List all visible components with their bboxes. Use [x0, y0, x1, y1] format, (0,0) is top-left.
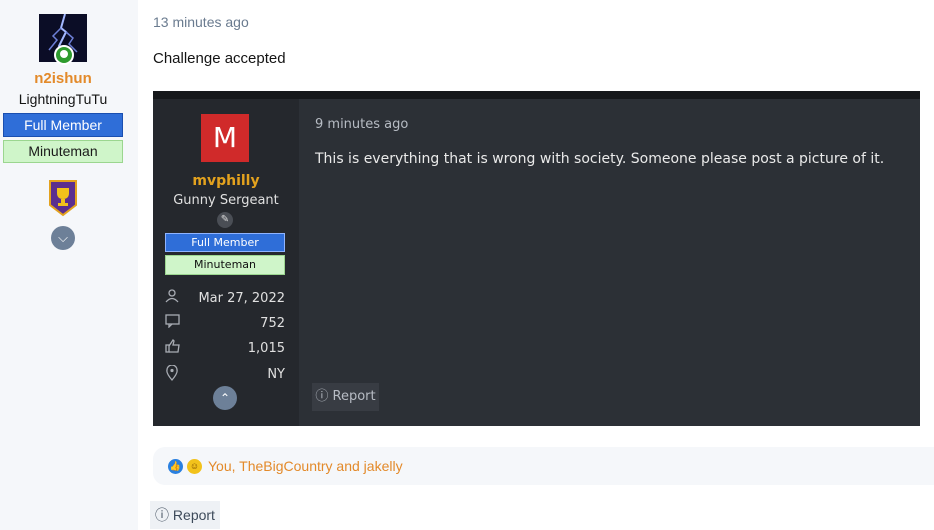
stat-messages: 752 — [165, 314, 285, 334]
report-icon: ⓘ — [315, 389, 329, 404]
embedded-timestamp[interactable]: 9 minutes ago — [315, 117, 408, 132]
username[interactable]: n2ishun — [0, 70, 126, 87]
stat-location: NY — [165, 364, 285, 385]
embedded-report-button[interactable]: ⓘ Report — [312, 383, 379, 411]
trophy-icon[interactable] — [48, 179, 78, 217]
stat-joined-value: Mar 27, 2022 — [198, 291, 285, 306]
location-pin-icon — [165, 364, 183, 383]
chevron-down-icon[interactable]: ⌵ — [51, 226, 75, 250]
reactions-list[interactable]: You, TheBigCountry and jakelly — [208, 458, 403, 474]
reactions-bar[interactable]: 👍 ☺ You, TheBigCountry and jakelly — [153, 447, 934, 485]
user-banner-minuteman: Minuteman — [3, 140, 123, 163]
user-edit-icon: ✎ — [217, 212, 233, 228]
embedded-username[interactable]: mvphilly — [153, 173, 299, 189]
post-timestamp[interactable]: 13 minutes ago — [153, 14, 249, 30]
user-banner-full-member: Full Member — [3, 113, 123, 137]
stat-reactions: 1,015 — [165, 338, 285, 359]
stat-messages-value: 752 — [260, 316, 285, 331]
user-icon — [165, 289, 183, 307]
report-icon: ⓘ — [155, 507, 170, 523]
post-message: Challenge accepted — [153, 50, 286, 67]
messages-icon — [165, 314, 183, 332]
stat-location-value: NY — [267, 367, 285, 382]
laugh-reaction-icon: ☺ — [187, 459, 202, 474]
embedded-banner-minuteman: Minuteman — [165, 255, 285, 275]
chevron-up-icon[interactable]: ⌃ — [213, 386, 237, 410]
embedded-message-body: 9 minutes ago This is everything that is… — [299, 99, 920, 426]
embedded-user-title: Gunny Sergeant — [173, 193, 279, 208]
embedded-user-sidebar: M mvphilly Gunny Sergeant ✎ Full Member … — [153, 99, 299, 426]
embedded-banner-full-member: Full Member — [165, 233, 285, 252]
message-user-sidebar: n2ishun LightningTuTu Full Member Minute… — [0, 0, 138, 530]
embedded-avatar[interactable]: M — [201, 114, 249, 162]
stat-reactions-value: 1,015 — [247, 341, 285, 356]
embedded-report-label: Report — [332, 389, 376, 404]
like-reaction-icon: 👍 — [168, 459, 183, 474]
thumbs-up-icon — [165, 338, 183, 357]
embedded-message: This is everything that is wrong with so… — [315, 151, 885, 167]
report-label: Report — [172, 507, 215, 523]
embedded-post: M mvphilly Gunny Sergeant ✎ Full Member … — [153, 91, 920, 426]
online-status-icon — [54, 45, 74, 65]
report-button[interactable]: ⓘ Report — [150, 501, 220, 529]
user-avatar[interactable] — [39, 14, 87, 65]
stat-joined: Mar 27, 2022 — [165, 289, 285, 309]
user-title: LightningTuTu — [18, 91, 108, 107]
